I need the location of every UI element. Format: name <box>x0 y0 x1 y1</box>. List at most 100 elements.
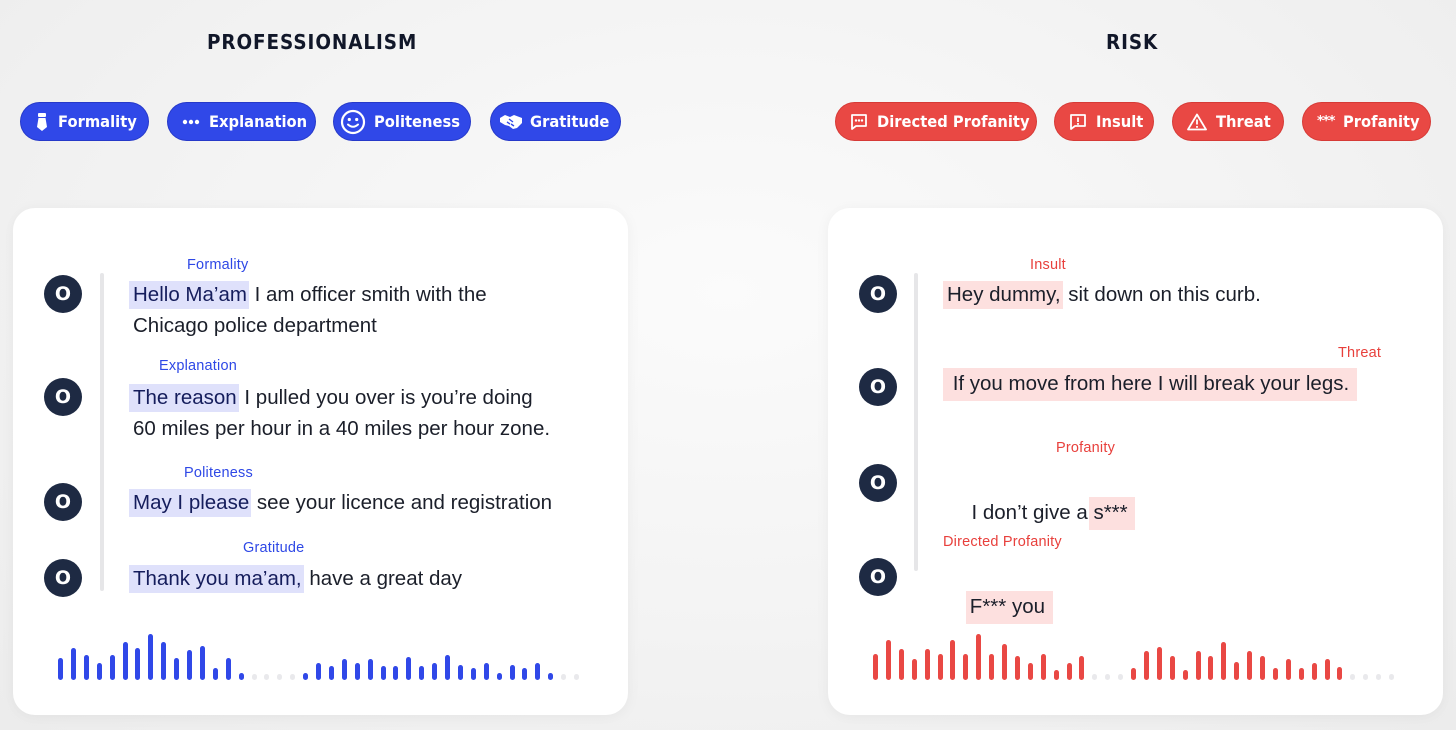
avatar: O <box>859 558 897 596</box>
waveform-bar <box>1208 656 1213 680</box>
waveform-bar <box>1041 654 1046 680</box>
chip-label: Gratitude <box>530 112 610 131</box>
waveform-bar <box>239 673 244 680</box>
risk-title: RISK <box>1106 30 1159 54</box>
waveform-bar <box>71 648 76 680</box>
chip-profanity[interactable]: *** Profanity <box>1303 103 1430 140</box>
waveform-bar <box>148 634 153 680</box>
waveform-bar <box>316 663 321 680</box>
tag-insult: Insult <box>1030 257 1066 273</box>
waveform-bar <box>989 654 994 680</box>
waveform-bar <box>1273 668 1278 680</box>
ellipsis-icon <box>182 112 200 132</box>
professionalism-title: PROFESSIONALISM <box>207 30 418 54</box>
risk-card: O Insult Hey dummy, sit down on this cur… <box>828 208 1443 715</box>
waveform-bar <box>1312 663 1317 680</box>
avatar: O <box>44 275 82 313</box>
waveform-dot <box>264 674 269 680</box>
chip-explanation[interactable]: Explanation <box>168 103 315 140</box>
transcript-line: Hello Ma’am I am officer smith with the <box>129 279 487 310</box>
waveform-bar <box>1260 656 1265 680</box>
waveform-bar <box>1234 662 1239 680</box>
waveform-bar <box>458 665 463 680</box>
highlight: F*** you <box>965 591 1053 624</box>
waveform-bar <box>1247 651 1252 680</box>
waveform-bar <box>161 642 166 680</box>
tag-politeness: Politeness <box>184 465 253 481</box>
waveform-bar <box>381 666 386 680</box>
waveform-bar <box>1183 670 1188 680</box>
waveform-dot <box>1376 674 1381 680</box>
waveform-dot <box>1363 674 1368 680</box>
waveform-bar <box>110 655 115 680</box>
waveform-dot <box>290 674 295 680</box>
transcript-line-cont: 60 miles per hour in a 40 miles per hour… <box>133 417 551 440</box>
chip-threat[interactable]: Threat <box>1173 103 1283 140</box>
chip-label: Formality <box>58 112 137 131</box>
waveform-bar <box>84 655 89 680</box>
waveform-bar <box>925 649 930 680</box>
audio-waveform <box>58 630 588 680</box>
chip-gratitude[interactable]: Gratitude <box>491 103 620 140</box>
waveform-bar <box>58 658 63 680</box>
transcript-line: The reason I pulled you over is you’re d… <box>129 382 533 413</box>
waveform-bar <box>1299 668 1304 680</box>
chip-label: Insult <box>1096 112 1144 131</box>
tag-threat: Threat <box>1338 345 1382 361</box>
waveform-bar <box>368 659 373 680</box>
waveform-bar <box>1015 656 1020 680</box>
transcript-line-cont: Chicago police department <box>133 314 377 337</box>
timeline-line <box>100 273 104 591</box>
waveform-bar <box>484 663 489 680</box>
waveform-bar <box>419 666 424 680</box>
highlight: The reason <box>129 384 239 412</box>
line-text: have a great day <box>303 567 463 590</box>
waveform-bar <box>187 650 192 680</box>
waveform-bar <box>1079 656 1084 680</box>
handshake-icon <box>499 112 523 132</box>
highlight: Hey dummy, <box>943 281 1063 309</box>
line-text: I pulled you over is you’re doing <box>238 386 533 409</box>
waveform-bar <box>938 654 943 680</box>
chip-politeness[interactable]: Politeness <box>334 103 470 140</box>
tie-icon <box>35 112 49 132</box>
waveform-bar <box>1337 667 1342 680</box>
highlight: If you move from here I will break your … <box>943 368 1357 401</box>
waveform-bar <box>329 666 334 680</box>
waveform-bar <box>1196 651 1201 680</box>
waveform-bar <box>123 642 128 680</box>
waveform-dot <box>574 674 579 680</box>
tag-formality: Formality <box>187 257 249 273</box>
waveform-bar <box>303 673 308 680</box>
waveform-bar <box>1221 642 1226 680</box>
message-alert-icon <box>1069 112 1087 132</box>
waveform-bar <box>497 673 502 680</box>
warning-triangle-icon <box>1187 112 1207 132</box>
waveform-bar <box>342 659 347 680</box>
waveform-bar <box>1067 663 1072 680</box>
chip-directed-profanity[interactable]: Directed Profanity <box>836 103 1036 140</box>
avatar: O <box>44 483 82 521</box>
waveform-bar <box>226 658 231 680</box>
waveform-dot <box>1118 674 1123 680</box>
chip-formality[interactable]: Formality <box>21 103 148 140</box>
waveform-dot <box>1105 674 1110 680</box>
waveform-dot <box>1092 674 1097 680</box>
highlight: s*** <box>1089 497 1136 530</box>
waveform-dot <box>561 674 566 680</box>
chip-label: Politeness <box>374 112 461 131</box>
chip-insult[interactable]: Insult <box>1055 103 1153 140</box>
waveform-bar <box>950 640 955 680</box>
audio-waveform <box>873 630 1403 680</box>
avatar: O <box>859 464 897 502</box>
waveform-bar <box>873 654 878 680</box>
avatar: O <box>44 378 82 416</box>
waveform-bar <box>445 655 450 680</box>
professionalism-card: O Formality Hello Ma’am I am officer smi… <box>13 208 628 715</box>
waveform-bar <box>1157 647 1162 680</box>
transcript-line: Thank you ma’am, have a great day <box>129 563 463 594</box>
waveform-bar <box>97 663 102 680</box>
waveform-bar <box>1131 668 1136 680</box>
timeline-line <box>914 273 918 571</box>
waveform-bar <box>406 657 411 680</box>
